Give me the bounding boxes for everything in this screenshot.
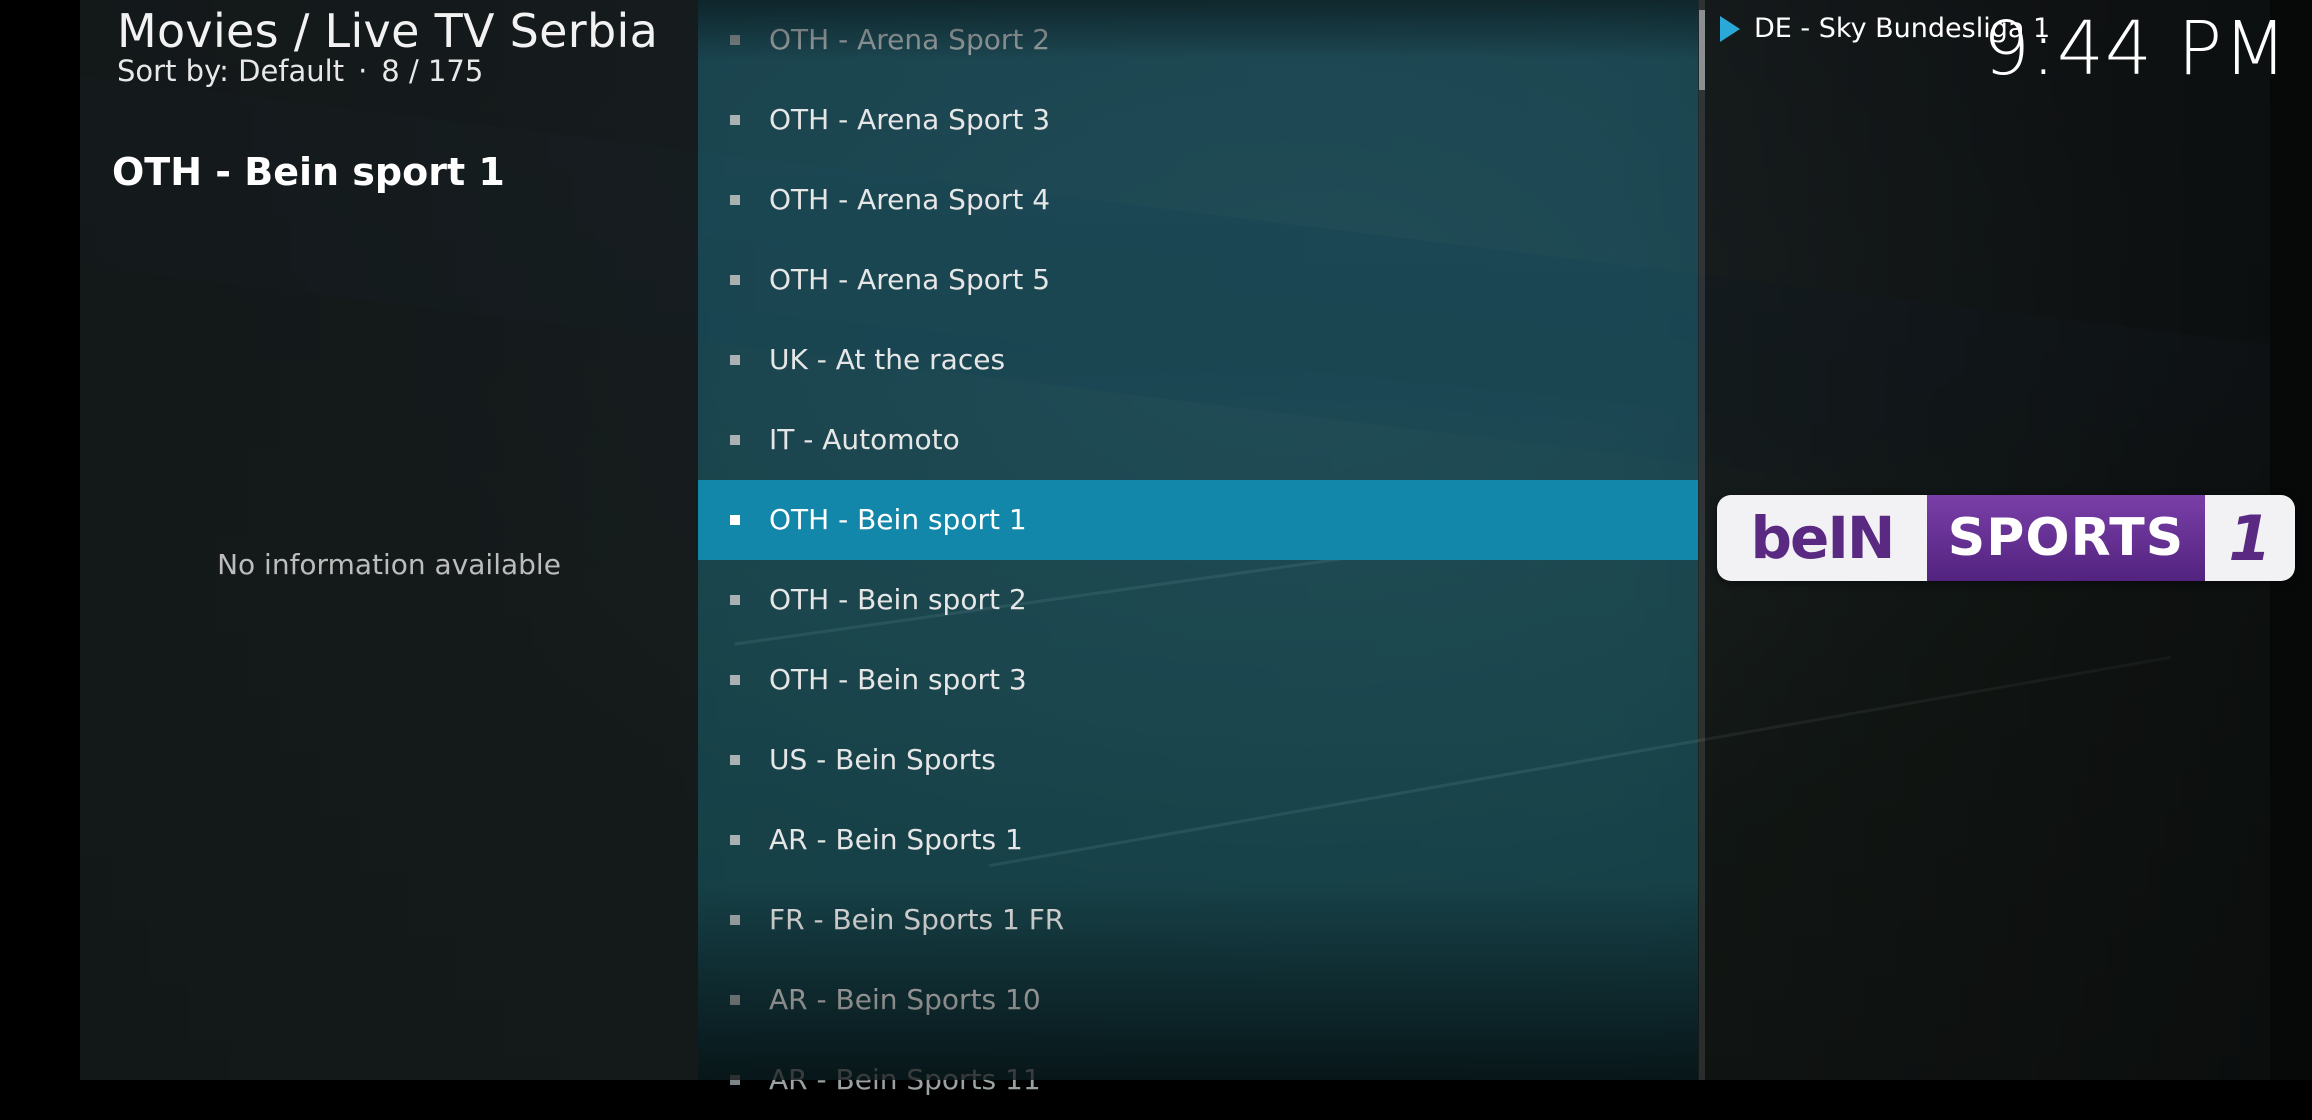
scrollbar-thumb[interactable]: [1699, 10, 1705, 90]
bullet-icon: [730, 35, 740, 45]
sort-info: Sort by: Default · 8 / 175: [117, 54, 483, 88]
no-info-message: No information available: [217, 548, 561, 581]
scrollbar[interactable]: [1699, 0, 1705, 1080]
bullet-icon: [730, 435, 740, 445]
bullet-icon: [730, 115, 740, 125]
bullet-icon: [730, 995, 740, 1005]
list-item-label: AR - Bein Sports 1: [769, 823, 1023, 856]
bullet-icon: [730, 595, 740, 605]
list-item[interactable]: OTH - Arena Sport 2: [698, 0, 1698, 80]
list-item[interactable]: US - Bein Sports: [698, 720, 1698, 800]
list-item-label: FR - Bein Sports 1 FR: [769, 903, 1065, 936]
clock: 9:44 PM: [1982, 6, 2288, 92]
list-item-label: IT - Automoto: [769, 423, 960, 456]
logo-sports-part: SPORTS: [1927, 495, 2205, 581]
logo-number-part: 1: [2205, 495, 2295, 581]
left-edge: [0, 0, 80, 1080]
list-item-label: OTH - Bein sport 1: [769, 503, 1027, 536]
list-item[interactable]: OTH - Arena Sport 5: [698, 240, 1698, 320]
list-item[interactable]: OTH - Arena Sport 4: [698, 160, 1698, 240]
bullet-icon: [730, 835, 740, 845]
page-title: Movies / Live TV Serbia: [117, 4, 659, 58]
list-item[interactable]: AR - Bein Sports 11: [698, 1040, 1698, 1120]
item-position: 8 / 175: [381, 54, 484, 88]
list-item-label: US - Bein Sports: [769, 743, 996, 776]
list-item[interactable]: AR - Bein Sports 1: [698, 800, 1698, 880]
list-item[interactable]: OTH - Arena Sport 3: [698, 80, 1698, 160]
list-item-label: OTH - Bein sport 3: [769, 663, 1027, 696]
separator: ·: [358, 54, 368, 88]
list-item[interactable]: IT - Automoto: [698, 400, 1698, 480]
bullet-icon: [730, 755, 740, 765]
list-item-label: UK - At the races: [769, 343, 1006, 376]
list-item-label: OTH - Arena Sport 4: [769, 183, 1051, 216]
list-item[interactable]: AR - Bein Sports 10: [698, 960, 1698, 1040]
sort-label: Sort by: Default: [117, 54, 345, 88]
list-item-label: AR - Bein Sports 10: [769, 983, 1041, 1016]
selected-item-title: OTH - Bein sport 1: [112, 150, 505, 194]
list-item-selected[interactable]: OTH - Bein sport 1: [698, 480, 1698, 560]
list-item[interactable]: OTH - Bein sport 2: [698, 560, 1698, 640]
bullet-icon: [730, 195, 740, 205]
list-item-label: OTH - Arena Sport 3: [769, 103, 1051, 136]
channel-list: OTH - Arena Sport 2 OTH - Arena Sport 3 …: [698, 0, 1698, 1120]
list-item[interactable]: FR - Bein Sports 1 FR: [698, 880, 1698, 960]
play-icon: [1720, 15, 1740, 42]
list-item[interactable]: OTH - Bein sport 3: [698, 640, 1698, 720]
list-item[interactable]: UK - At the races: [698, 320, 1698, 400]
bullet-icon: [730, 1075, 740, 1085]
bullet-icon: [730, 355, 740, 365]
logo-bein-part: beIN: [1717, 495, 1927, 581]
bullet-icon: [730, 515, 740, 525]
bullet-icon: [730, 275, 740, 285]
bullet-icon: [730, 675, 740, 685]
list-item-label: OTH - Arena Sport 2: [769, 23, 1051, 56]
channel-logo: beIN SPORTS 1: [1717, 495, 2295, 581]
bullet-icon: [730, 915, 740, 925]
list-item-label: OTH - Arena Sport 5: [769, 263, 1051, 296]
list-item-label: OTH - Bein sport 2: [769, 583, 1027, 616]
